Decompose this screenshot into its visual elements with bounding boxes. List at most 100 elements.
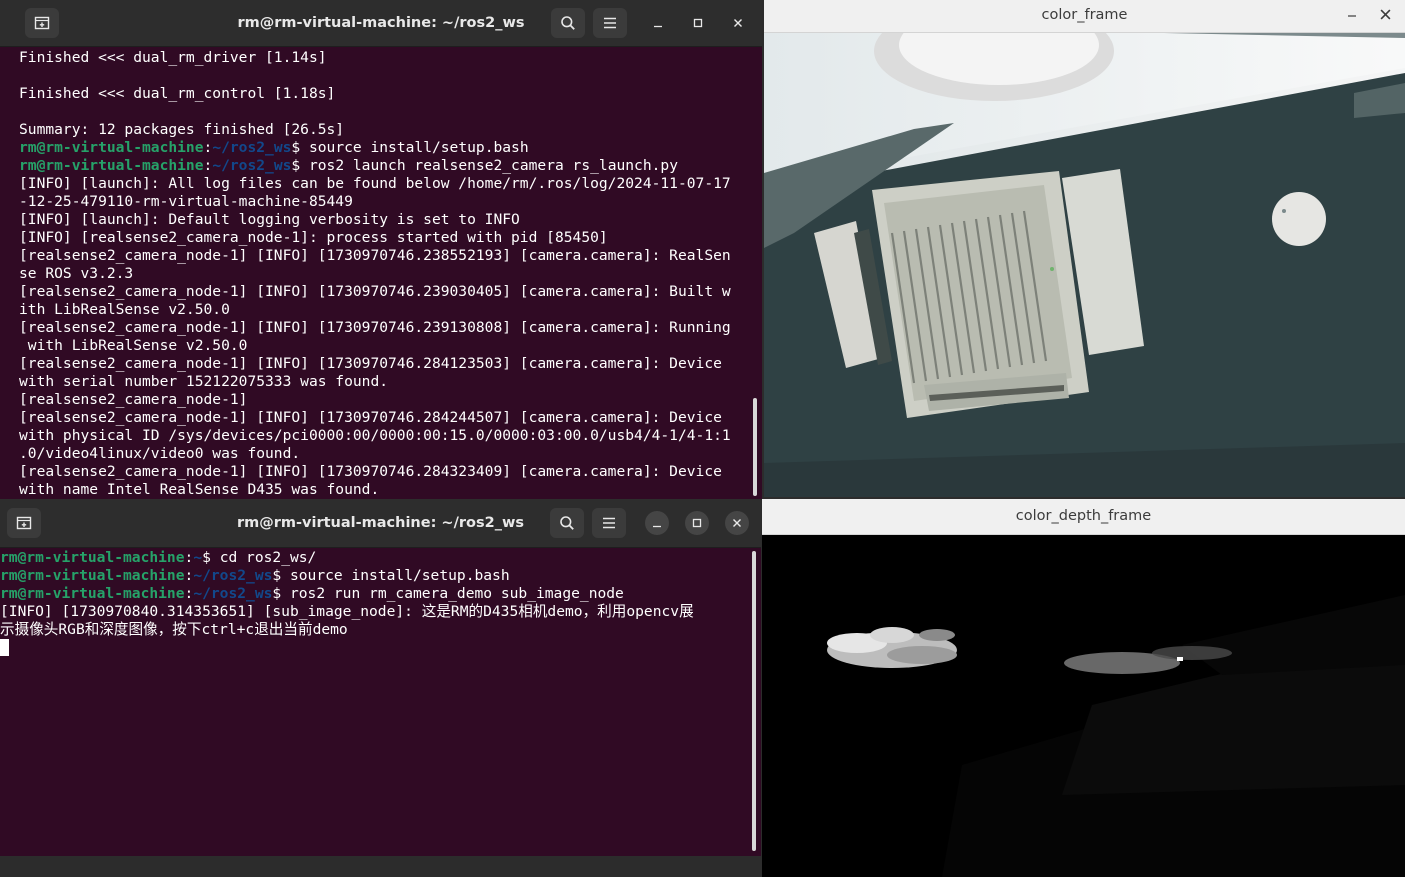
- terminal-line: [realsense2_camera_node-1] [INFO] [17309…: [19, 409, 762, 427]
- line-text: [INFO] [launch]: All log files can be fo…: [19, 175, 731, 192]
- close-icon: [733, 519, 741, 527]
- terminal-line: [INFO] [launch]: Default logging verbosi…: [19, 211, 762, 229]
- line-text: .0/video4linux/video0 was found.: [19, 445, 301, 462]
- line-text: [INFO] [1730970840.314353651] [sub_image…: [0, 603, 694, 620]
- menu-icon: [603, 517, 615, 529]
- menu-button[interactable]: [592, 508, 626, 538]
- terminal-line: [realsense2_camera_node-1] [INFO] [17309…: [19, 247, 762, 265]
- terminal-line: Finished <<< dual_rm_control [1.18s]: [19, 85, 762, 103]
- terminal-1-titlebar[interactable]: rm@rm-virtual-machine: ~/ros2_ws: [0, 0, 762, 47]
- prompt-user: rm@rm-virtual-machine: [0, 567, 185, 584]
- line-text: -12-25-479110-rm-virtual-machine-85449: [19, 193, 353, 210]
- prompt-path: ~: [193, 549, 203, 566]
- terminal-line: [0, 639, 761, 657]
- line-text: [realsense2_camera_node-1] [INFO] [17309…: [19, 463, 722, 480]
- line-text: Summary: 12 packages finished [26.5s]: [19, 121, 345, 138]
- terminal-line: Finished <<< dual_rm_driver [1.14s]: [19, 49, 762, 67]
- terminal-line: rm@rm-virtual-machine:~$ cd ros2_ws/: [0, 549, 761, 567]
- terminal-1-output[interactable]: Finished <<< dual_rm_driver [1.14s] Finis…: [19, 49, 762, 499]
- prompt-symbol: $: [291, 139, 309, 156]
- terminal-1-scrollbar[interactable]: [753, 398, 757, 496]
- line-text: with physical ID /sys/devices/pci0000:00…: [19, 427, 731, 444]
- close-icon[interactable]: [1380, 9, 1391, 20]
- line-text: Finished <<< dual_rm_control [1.18s]: [19, 85, 336, 102]
- depth-frame-title: color_depth_frame: [1015, 508, 1152, 524]
- terminal-window-2[interactable]: rm@rm-virtual-machine: ~/ros2_ws rm@rm-v…: [0, 499, 761, 856]
- terminal-line: with physical ID /sys/devices/pci0000:00…: [19, 427, 762, 445]
- line-text: [realsense2_camera_node-1] [INFO] [17309…: [19, 355, 722, 372]
- terminal-line: rm@rm-virtual-machine:~/ros2_ws$ ros2 ru…: [0, 585, 761, 603]
- search-button[interactable]: [550, 508, 584, 538]
- terminal-2-scrollbar[interactable]: [752, 551, 756, 851]
- terminal-window-1[interactable]: rm@rm-virtual-machine: ~/ros2_ws Finishe…: [0, 0, 762, 499]
- line-text: with serial number 152122075333 was foun…: [19, 373, 389, 390]
- maximize-icon: [692, 518, 702, 528]
- terminal-2-titlebar[interactable]: rm@rm-virtual-machine: ~/ros2_ws: [0, 499, 761, 548]
- terminal-line: rm@rm-virtual-machine:~/ros2_ws$ ros2 la…: [19, 157, 762, 175]
- terminal-line: [INFO] [1730970840.314353651] [sub_image…: [0, 603, 761, 621]
- depth-frame-window[interactable]: color_depth_frame: [762, 499, 1405, 877]
- terminal-line: [INFO] [realsense2_camera_node-1]: proce…: [19, 229, 762, 247]
- line-text: [realsense2_camera_node-1] [INFO] [17309…: [19, 409, 722, 426]
- prompt-symbol: $: [272, 585, 290, 602]
- terminal-2-output[interactable]: rm@rm-virtual-machine:~$ cd ros2_ws/rm@r…: [0, 549, 761, 856]
- maximize-button[interactable]: [685, 511, 709, 535]
- terminal-line: rm@rm-virtual-machine:~/ros2_ws$ source …: [19, 139, 762, 157]
- terminal-line: with name Intel RealSense D435 was found…: [19, 481, 762, 499]
- color-camera-image: [764, 33, 1405, 497]
- line-text: with name Intel RealSense D435 was found…: [19, 481, 380, 498]
- prompt-path: ~/ros2_ws: [193, 567, 273, 584]
- terminal-line: 示摄像头RGB和深度图像，按下ctrl+c退出当前demo: [0, 621, 761, 639]
- terminal-line: [realsense2_camera_node-1] [INFO] [17309…: [19, 319, 762, 337]
- minimize-button[interactable]: [646, 11, 670, 35]
- terminal-line: -12-25-479110-rm-virtual-machine-85449: [19, 193, 762, 211]
- depth-frame-titlebar[interactable]: color_depth_frame: [762, 499, 1405, 535]
- prompt-separator: :: [184, 585, 194, 602]
- minimize-button[interactable]: [645, 511, 669, 535]
- minimize-icon: [654, 25, 662, 28]
- prompt-user: rm@rm-virtual-machine: [19, 157, 204, 174]
- line-text: Finished <<< dual_rm_driver [1.14s]: [19, 49, 327, 66]
- terminal-line: .0/video4linux/video0 was found.: [19, 445, 762, 463]
- terminal-line: se ROS v3.2.3: [19, 265, 762, 283]
- minimize-icon[interactable]: [1347, 10, 1357, 20]
- line-text: [realsense2_camera_node-1] [INFO] [17309…: [19, 319, 731, 336]
- terminal-line: [realsense2_camera_node-1] [INFO] [17309…: [19, 463, 762, 481]
- prompt-symbol: $: [272, 567, 290, 584]
- line-text: [INFO] [launch]: Default logging verbosi…: [19, 211, 520, 228]
- color-frame-window[interactable]: color_frame: [764, 0, 1405, 497]
- terminal-line: Summary: 12 packages finished [26.5s]: [19, 121, 762, 139]
- search-button[interactable]: [551, 8, 585, 38]
- prompt-user: rm@rm-virtual-machine: [0, 585, 185, 602]
- search-icon: [561, 16, 575, 30]
- line-text: ros2 launch realsense2_camera rs_launch.…: [308, 157, 678, 174]
- prompt-separator: :: [184, 567, 194, 584]
- color-frame-titlebar[interactable]: color_frame: [764, 0, 1405, 33]
- minimize-icon: [653, 525, 661, 528]
- line-text: [realsense2_camera_node-1] [INFO] [17309…: [19, 283, 731, 300]
- terminal-line: [INFO] [launch]: All log files can be fo…: [19, 175, 762, 193]
- prompt-path: ~/ros2_ws: [212, 157, 292, 174]
- terminal-line: with LibRealSense v2.50.0: [19, 337, 762, 355]
- terminal-line: [realsense2_camera_node-1] [INFO] [17309…: [19, 283, 762, 301]
- close-button[interactable]: [725, 511, 749, 535]
- prompt-user: rm@rm-virtual-machine: [19, 139, 204, 156]
- prompt-path: ~/ros2_ws: [212, 139, 292, 156]
- line-text: [realsense2_camera_node-1]: [19, 391, 248, 408]
- terminal-line: ith LibRealSense v2.50.0: [19, 301, 762, 319]
- line-text: source install/setup.bash: [289, 567, 510, 584]
- prompt-user: rm@rm-virtual-machine: [0, 549, 185, 566]
- line-text: ith LibRealSense v2.50.0: [19, 301, 230, 318]
- prompt-separator: :: [203, 157, 213, 174]
- terminal-line: rm@rm-virtual-machine:~/ros2_ws$ source …: [0, 567, 761, 585]
- close-button[interactable]: [726, 11, 750, 35]
- line-text: cd ros2_ws/: [219, 549, 317, 566]
- prompt-symbol: $: [202, 549, 220, 566]
- terminal-line: [realsense2_camera_node-1]: [19, 391, 762, 409]
- maximize-button[interactable]: [686, 11, 710, 35]
- line-text: with LibRealSense v2.50.0: [19, 337, 248, 354]
- menu-button[interactable]: [593, 8, 627, 38]
- depth-camera-image: [762, 535, 1405, 877]
